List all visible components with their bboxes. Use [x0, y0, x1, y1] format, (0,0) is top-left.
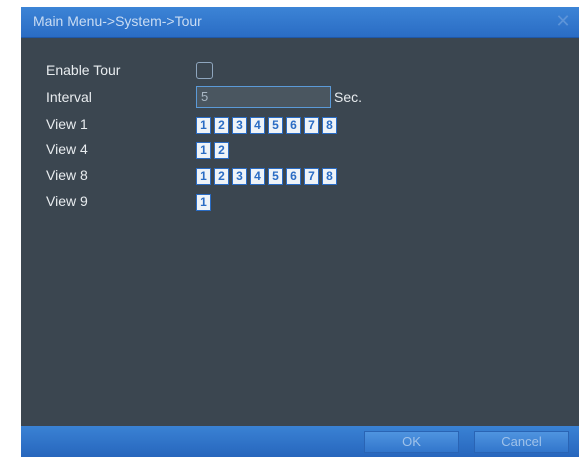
- enable-tour-label: Enable Tour: [46, 62, 121, 78]
- channel-toggle-3[interactable]: 3: [232, 117, 247, 134]
- view-9-channels: 1: [196, 194, 211, 211]
- channel-toggle-1[interactable]: 1: [196, 117, 211, 134]
- enable-tour-checkbox[interactable]: [196, 62, 213, 79]
- channel-toggle-6[interactable]: 6: [286, 168, 301, 185]
- interval-unit-label: Sec.: [334, 89, 363, 105]
- channel-toggle-5[interactable]: 5: [268, 117, 283, 134]
- interval-input[interactable]: 5: [196, 86, 331, 108]
- channel-toggle-7[interactable]: 7: [304, 117, 319, 134]
- cancel-button[interactable]: Cancel: [474, 431, 569, 453]
- button-bar: OK Cancel: [21, 426, 579, 457]
- channel-toggle-2[interactable]: 2: [214, 168, 229, 185]
- view-1-label: View 1: [46, 116, 88, 132]
- close-icon[interactable]: ✕: [553, 11, 573, 31]
- view-4-channels: 12: [196, 142, 229, 159]
- channel-toggle-1[interactable]: 1: [196, 142, 211, 159]
- channel-toggle-4[interactable]: 4: [250, 168, 265, 185]
- view-8-channels: 12345678: [196, 168, 337, 185]
- channel-toggle-8[interactable]: 8: [322, 117, 337, 134]
- channel-toggle-2[interactable]: 2: [214, 117, 229, 134]
- channel-toggle-4[interactable]: 4: [250, 117, 265, 134]
- view-8-label: View 8: [46, 167, 88, 183]
- title-bar: Main Menu->System->Tour ✕: [21, 7, 579, 38]
- channel-toggle-5[interactable]: 5: [268, 168, 283, 185]
- channel-toggle-2[interactable]: 2: [214, 142, 229, 159]
- interval-label: Interval: [46, 89, 92, 105]
- tour-dialog: Main Menu->System->Tour ✕ Enable Tour In…: [21, 7, 579, 457]
- view-4-label: View 4: [46, 141, 88, 157]
- channel-toggle-1[interactable]: 1: [196, 168, 211, 185]
- window-title: Main Menu->System->Tour: [33, 13, 202, 29]
- view-9-label: View 9: [46, 193, 88, 209]
- channel-toggle-1[interactable]: 1: [196, 194, 211, 211]
- view-1-channels: 12345678: [196, 117, 337, 134]
- channel-toggle-6[interactable]: 6: [286, 117, 301, 134]
- channel-toggle-3[interactable]: 3: [232, 168, 247, 185]
- ok-button[interactable]: OK: [364, 431, 459, 453]
- channel-toggle-8[interactable]: 8: [322, 168, 337, 185]
- channel-toggle-7[interactable]: 7: [304, 168, 319, 185]
